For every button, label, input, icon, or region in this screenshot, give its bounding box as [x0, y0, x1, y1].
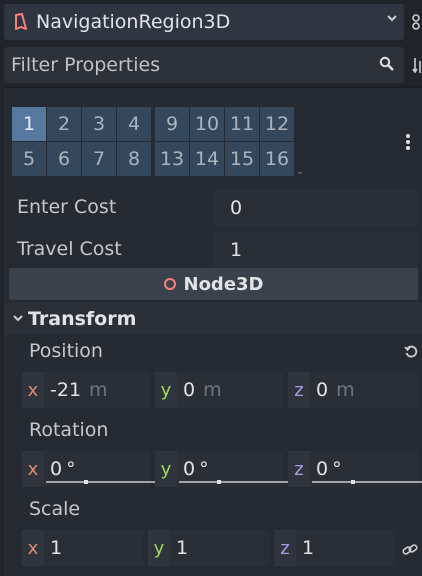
enter-cost-value: 0: [230, 197, 243, 219]
link-icon[interactable]: [402, 542, 418, 561]
position-z-field[interactable]: z 0 m: [288, 372, 418, 408]
chevron-down-icon: [12, 312, 24, 327]
axis-y-label: y: [148, 530, 170, 566]
axis-z-label: z: [288, 372, 310, 408]
enter-cost-field[interactable]: 0: [214, 190, 418, 226]
filter-placeholder: Filter Properties: [11, 54, 161, 76]
node3d-icon: [163, 278, 176, 290]
rotation-x-slider-grabber[interactable]: [84, 480, 88, 484]
position-x-field[interactable]: x -21 m: [22, 372, 150, 408]
filter-properties-input[interactable]: Filter Properties: [4, 47, 404, 83]
node3d-section-header[interactable]: Node3D: [9, 268, 418, 300]
rotation-z-unit: °: [332, 458, 342, 480]
layer-14[interactable]: 14: [190, 142, 224, 176]
position-z-unit: m: [336, 379, 355, 401]
rotation-z-slider[interactable]: [312, 481, 422, 483]
rotation-y-field[interactable]: y 0 °: [155, 451, 295, 487]
layer-12[interactable]: 12: [260, 107, 294, 141]
position-x-value: -21: [50, 379, 82, 401]
layer-13[interactable]: 13: [155, 142, 189, 176]
axis-x-label: x: [22, 451, 44, 487]
rotation-y-value: 0: [183, 458, 196, 480]
position-y-value: 0: [183, 379, 196, 401]
node-script-icon[interactable]: [410, 10, 422, 32]
transform-group-header[interactable]: Transform: [4, 303, 422, 335]
rotation-y-unit: °: [199, 458, 209, 480]
layer-7[interactable]: 7: [82, 142, 116, 176]
travel-cost-value: 1: [230, 239, 243, 261]
position-y-field[interactable]: y 0 m: [155, 372, 283, 408]
layer-4[interactable]: 4: [117, 107, 151, 141]
rotation-x-slider[interactable]: [46, 481, 162, 483]
node-title: NavigationRegion3D: [36, 11, 231, 33]
rotation-z-value: 0: [316, 458, 329, 480]
axis-z-label: z: [274, 530, 296, 566]
layer-10[interactable]: 10: [190, 107, 224, 141]
rotation-y-slider[interactable]: [179, 481, 295, 483]
sort-options-icon[interactable]: [412, 55, 422, 77]
layer-3[interactable]: 3: [82, 107, 116, 141]
scale-x-value: 1: [50, 537, 63, 559]
scale-label: Scale: [29, 498, 81, 520]
layer-5[interactable]: 5: [12, 142, 46, 176]
layer-9[interactable]: 9: [155, 107, 189, 141]
transform-title: Transform: [28, 308, 137, 330]
rotation-x-unit: °: [66, 458, 76, 480]
layer-15[interactable]: 15: [225, 142, 259, 176]
scale-y-field[interactable]: y 1: [148, 530, 269, 566]
axis-y-label: y: [155, 372, 177, 408]
travel-cost-label: Travel Cost: [17, 238, 122, 260]
axis-x-label: x: [22, 372, 44, 408]
rotation-y-slider-grabber[interactable]: [217, 480, 221, 484]
navigation-region-icon: [10, 11, 32, 33]
scale-z-field[interactable]: z 1: [274, 530, 395, 566]
rotation-label: Rotation: [29, 419, 109, 441]
axis-y-label: y: [155, 451, 177, 487]
rotation-x-value: 0: [50, 458, 63, 480]
layer-2[interactable]: 2: [47, 107, 81, 141]
layer-11[interactable]: 11: [225, 107, 259, 141]
rotation-x-field[interactable]: x 0 °: [22, 451, 162, 487]
travel-cost-field[interactable]: 1: [214, 232, 418, 268]
revert-icon[interactable]: [404, 344, 418, 363]
axis-x-label: x: [22, 530, 44, 566]
position-z-value: 0: [316, 379, 329, 401]
rotation-z-slider-grabber[interactable]: [351, 480, 355, 484]
panel-divider: [4, 86, 422, 88]
layer-8[interactable]: 8: [117, 142, 151, 176]
scale-z-value: 1: [302, 537, 315, 559]
layer-1[interactable]: 1: [12, 107, 46, 141]
position-x-unit: m: [89, 379, 108, 401]
scale-x-field[interactable]: x 1: [22, 530, 143, 566]
axis-z-label: z: [288, 451, 310, 487]
chevron-down-icon[interactable]: [386, 12, 398, 28]
node-selector[interactable]: NavigationRegion3D: [4, 4, 404, 40]
layer-16[interactable]: 16: [260, 142, 294, 176]
enter-cost-label: Enter Cost: [17, 196, 117, 218]
node3d-title: Node3D: [183, 273, 264, 295]
position-label: Position: [29, 340, 103, 362]
rotation-z-field[interactable]: z 0 °: [288, 451, 422, 487]
layer-6[interactable]: 6: [47, 142, 81, 176]
position-y-unit: m: [203, 379, 222, 401]
chevron-down-icon[interactable]: ⌄: [296, 166, 304, 177]
more-options-icon[interactable]: [405, 132, 415, 154]
search-icon: [379, 56, 395, 76]
scale-y-value: 1: [176, 537, 189, 559]
